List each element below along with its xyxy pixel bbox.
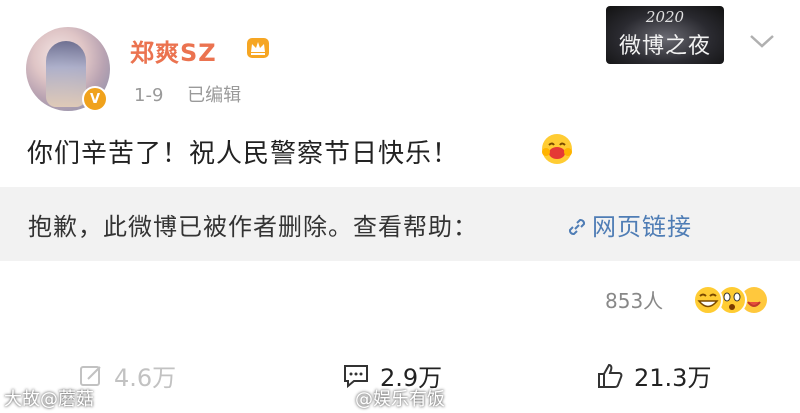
watermark-left: 大故@蘑菇 bbox=[4, 389, 94, 410]
web-link-label[interactable]: 网页链接 bbox=[592, 213, 692, 241]
weibo-post-card: V 郑爽SZ 1-9 已编辑 2020 微博之夜 你们辛苦了！祝人民警察节日快乐… bbox=[0, 0, 800, 413]
reaction-emojis-icon[interactable] bbox=[690, 284, 772, 316]
web-link[interactable]: 网页链接 bbox=[566, 207, 692, 242]
username[interactable]: 郑爽SZ bbox=[130, 33, 217, 68]
vip-crown-icon[interactable] bbox=[246, 37, 270, 59]
avatar-figure bbox=[46, 41, 86, 107]
reaction-count[interactable]: 853人 bbox=[605, 285, 663, 314]
post-date[interactable]: 1-9 bbox=[134, 85, 163, 106]
chevron-down-icon[interactable] bbox=[748, 32, 776, 50]
event-badge: 2020 微博之夜 bbox=[606, 6, 724, 64]
edited-label: 已编辑 bbox=[187, 85, 242, 106]
hug-emoji-icon bbox=[542, 134, 572, 164]
post-meta: 1-9 已编辑 bbox=[134, 81, 259, 107]
link-icon bbox=[568, 218, 586, 236]
deleted-notice: 抱歉，此微博已被作者删除。查看帮助： 网页链接 bbox=[0, 187, 800, 261]
verified-v-icon: V bbox=[82, 86, 108, 112]
watermark-right: @娱乐有饭 bbox=[355, 389, 445, 410]
like-count: 21.3万 bbox=[634, 364, 712, 392]
like-button[interactable]: 21.3万 bbox=[596, 358, 711, 393]
deleted-notice-text: 抱歉，此微博已被作者删除。查看帮助： bbox=[28, 213, 478, 241]
like-icon bbox=[598, 363, 623, 388]
event-badge-year: 2020 bbox=[645, 8, 685, 26]
event-badge-name: 微博之夜 bbox=[618, 34, 711, 59]
repost-count: 4.6万 bbox=[114, 364, 177, 392]
post-content: 你们辛苦了！祝人民警察节日快乐！ bbox=[27, 139, 460, 169]
